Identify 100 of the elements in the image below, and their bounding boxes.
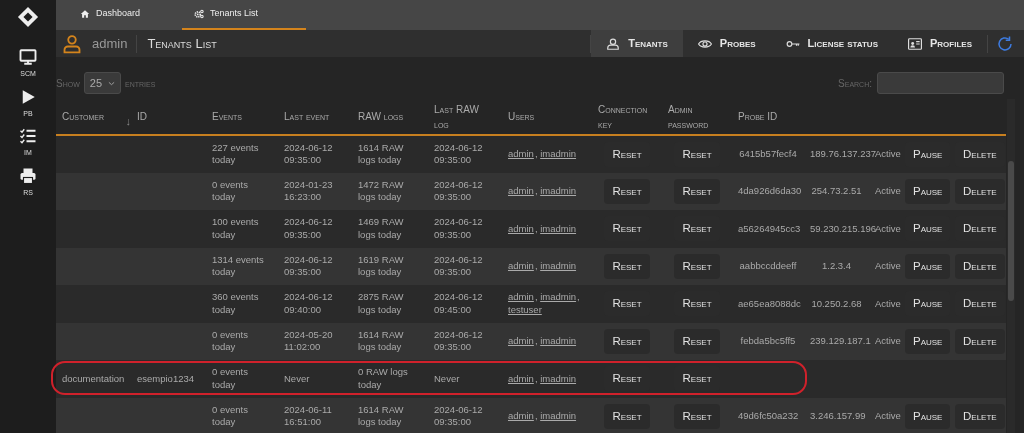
delete-button[interactable]: Delete (955, 328, 1005, 354)
delete-button[interactable]: Delete (955, 253, 1005, 279)
user-link[interactable]: admin (508, 372, 534, 385)
probe-id: 4da926d6da30 (738, 185, 802, 197)
reset-button[interactable]: Reset (674, 328, 720, 354)
timestamp: 2024-06-12 09:35:00 (434, 253, 483, 278)
user-link[interactable]: admin (508, 185, 534, 198)
column-header[interactable]: ID (137, 109, 200, 124)
person-icon (606, 36, 621, 51)
column-header[interactable]: Probe ID (738, 109, 798, 124)
pause-button[interactable]: Pause (905, 178, 951, 204)
timestamp: 2024-01-23 16:23:00 (284, 178, 333, 203)
monitor-icon (19, 48, 37, 66)
probe-id: febda5bc5ff5 (740, 335, 796, 347)
pause-button[interactable]: Pause (905, 328, 951, 354)
timestamp: 2024-06-12 09:35:00 (434, 328, 483, 353)
user-link[interactable]: admin (508, 291, 534, 304)
raw-logs-count: 2875 RAW logs today (358, 291, 404, 315)
status-text: Active (875, 185, 901, 197)
scrollbar[interactable] (1007, 99, 1015, 433)
timestamp: 2024-06-12 09:35:00 (434, 216, 483, 240)
user-link[interactable]: imadmin (540, 335, 577, 348)
timestamp: 2024-06-12 09:45:00 (434, 291, 483, 315)
gears-icon (194, 9, 205, 19)
caret-icon (108, 79, 116, 87)
delete-button[interactable]: Delete (955, 178, 1005, 204)
sort-arrow[interactable]: ↓ (125, 113, 131, 130)
user-link[interactable]: admin (508, 335, 534, 348)
page-title: Tenants List (147, 34, 217, 53)
user-icon (62, 33, 82, 54)
delete-button[interactable]: Delete (955, 403, 1005, 429)
separator: , (534, 260, 538, 272)
nav-button[interactable]: License status (770, 30, 893, 57)
events-count: 0 events today (212, 403, 248, 428)
pause-button[interactable]: Pause (905, 403, 951, 429)
events-count: 360 events today (212, 291, 259, 315)
raw-logs-count: 1614 RAW logs today (358, 141, 404, 166)
ip-address: 3.246.157.99 (810, 410, 866, 422)
separator: , (534, 291, 538, 303)
reset-button[interactable]: Reset (604, 178, 650, 204)
events-count: 0 events today (212, 178, 248, 203)
column-header[interactable]: Connection key (598, 101, 656, 132)
length-label: Show (56, 76, 80, 91)
probe-id: a56264945cc3 (738, 222, 801, 234)
status-text: Active (875, 297, 901, 309)
ip-address: 239.129.187.1 (810, 335, 871, 347)
reset-button[interactable]: Reset (674, 253, 720, 279)
events-count: 100 events today (212, 216, 259, 240)
user-link[interactable]: imadmin (540, 260, 577, 273)
nav-tab[interactable]: Dashboard (66, 0, 155, 30)
id-card-icon (908, 36, 922, 51)
nav-button[interactable]: Profiles (893, 30, 987, 57)
pause-button[interactable]: Pause (905, 253, 951, 279)
separator: , (534, 335, 538, 347)
user-link[interactable]: admin (508, 222, 534, 235)
checklist-icon (19, 127, 37, 145)
nav-button[interactable]: Tenants (591, 30, 683, 57)
user-link[interactable]: admin (508, 148, 534, 161)
reset-button[interactable]: Reset (604, 403, 650, 429)
user-link[interactable]: admin (508, 410, 534, 423)
user-link[interactable]: imadmin (540, 222, 577, 235)
timestamp: Never (284, 372, 310, 384)
timestamp: Never (434, 372, 460, 384)
timestamp: 2024-06-12 09:40:00 (284, 291, 333, 315)
ip-address: 1.2.3.4 (821, 260, 852, 272)
tenant-id: esempio1234 (137, 372, 195, 384)
reset-button[interactable]: Reset (604, 328, 650, 354)
user-link[interactable]: imadmin (540, 185, 577, 198)
scrollbar-thumb[interactable] (1008, 161, 1014, 301)
raw-logs-count: 1469 RAW logs today (358, 216, 404, 240)
timestamp: 2024-06-12 09:35:00 (284, 216, 333, 240)
column-header[interactable]: Admin password (668, 101, 726, 132)
column-header[interactable]: Users (508, 109, 586, 124)
separator: , (534, 185, 538, 197)
raw-logs-count: 1614 RAW logs today (358, 328, 404, 353)
events-count: 0 events today (212, 328, 248, 353)
probe-id: aabbccddeeff (739, 260, 797, 272)
column-header[interactable]: Events (212, 109, 272, 124)
separator: , (534, 410, 538, 422)
ip-address: 10.250.2.68 (811, 297, 862, 309)
user-link[interactable]: imadmin (540, 291, 577, 304)
raw-logs-count: 1472 RAW logs today (358, 178, 404, 203)
reset-button[interactable]: Reset (604, 253, 650, 279)
user-link[interactable]: admin (508, 260, 534, 273)
search-field[interactable] (877, 72, 1004, 94)
reset-button[interactable]: Reset (674, 403, 720, 429)
reset-button[interactable]: Reset (674, 178, 720, 204)
separator: , (534, 372, 538, 384)
column-header[interactable]: Last RAW log (434, 101, 496, 132)
timestamp: 2024-06-12 09:35:00 (284, 253, 333, 278)
user-link[interactable]: imadmin (540, 410, 577, 423)
column-header[interactable]: Last event (284, 109, 346, 124)
entries-select[interactable]: 25 (83, 71, 122, 95)
user-link[interactable]: testuser (508, 303, 542, 317)
nav-button[interactable]: Probes (682, 30, 771, 57)
column-header[interactable]: Customer (62, 109, 125, 124)
user-link[interactable]: imadmin (540, 372, 577, 385)
user-link[interactable]: imadmin (540, 148, 577, 161)
timestamp: 2024-05-20 11:02:00 (284, 328, 333, 353)
column-header[interactable]: RAW logs (358, 109, 422, 124)
